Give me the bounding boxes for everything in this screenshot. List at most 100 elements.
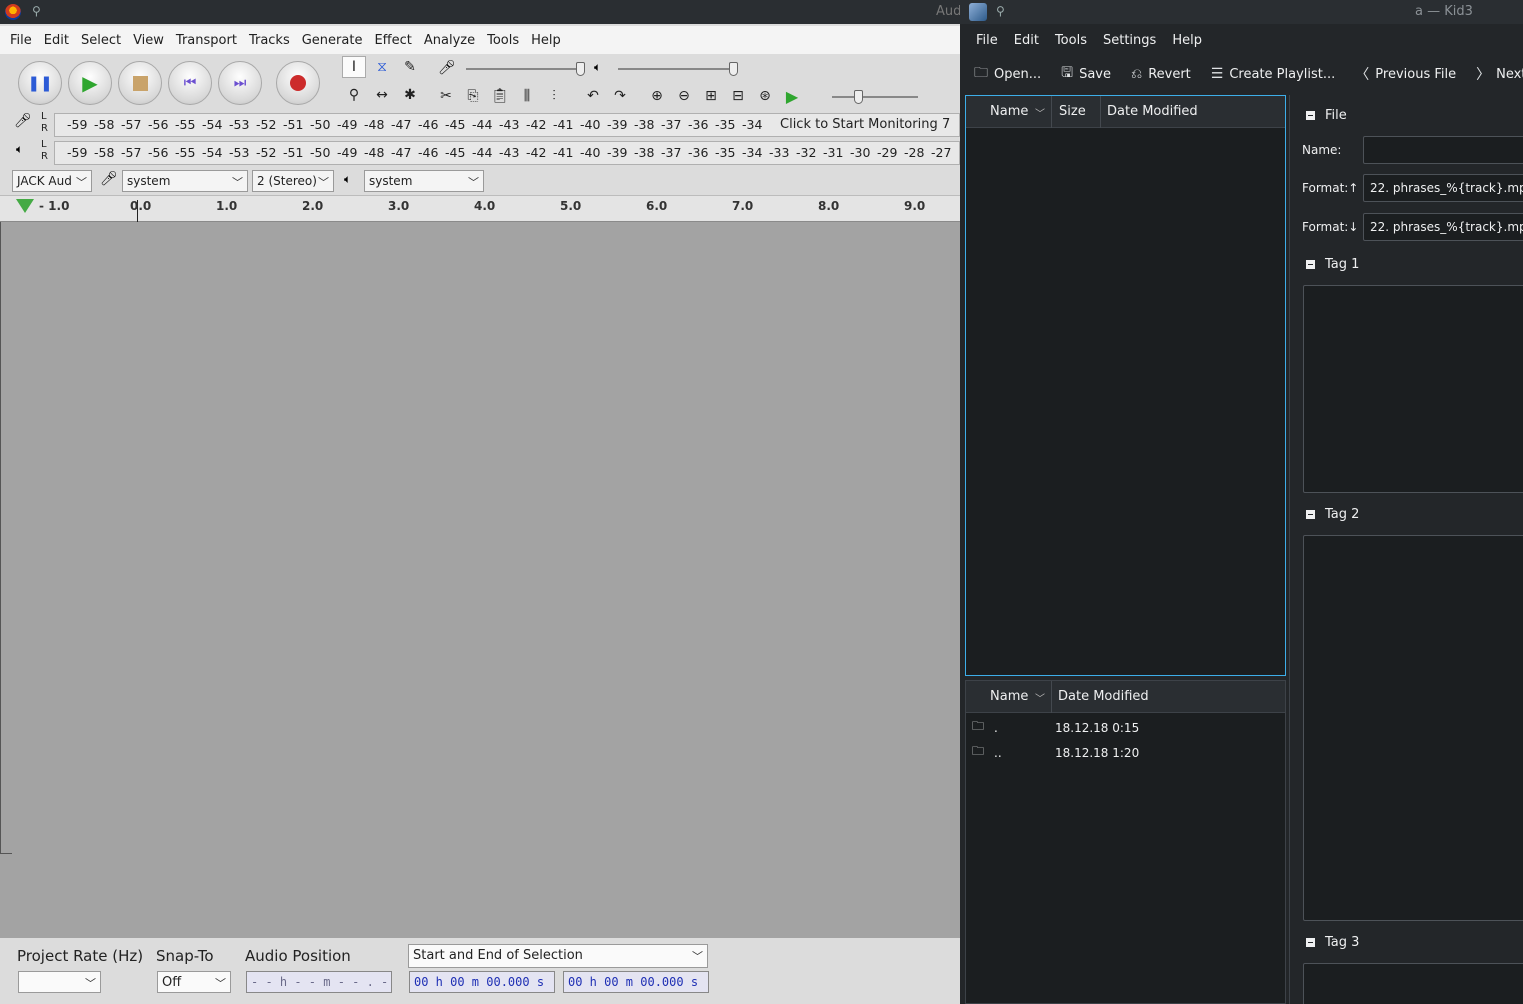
selection-tool-icon[interactable]: I: [342, 56, 366, 78]
track-area[interactable]: [0, 222, 960, 938]
recording-volume-thumb[interactable]: [576, 62, 585, 76]
pause-button[interactable]: ❚❚: [18, 61, 62, 105]
list-item[interactable]: 🗀 .. 18.12.18 1:20: [966, 740, 1285, 765]
menu-select[interactable]: Select: [75, 33, 127, 48]
skip-start-button[interactable]: ⏮: [168, 61, 212, 105]
menu-file[interactable]: File: [4, 33, 38, 48]
column-name[interactable]: Name ﹀: [966, 95, 1052, 128]
pin-icon[interactable]: ⚲: [996, 4, 1005, 18]
file-section-header[interactable]: File: [1306, 108, 1347, 123]
multi-tool-icon[interactable]: ✱: [398, 84, 422, 106]
playback-volume-slider[interactable]: [618, 68, 736, 70]
open-button[interactable]: 🗀 Open...: [974, 62, 1041, 86]
pin-icon[interactable]: ⚲: [32, 4, 41, 18]
recording-volume-slider[interactable]: [466, 68, 584, 70]
file-name-field[interactable]: [1363, 136, 1523, 164]
menu-tools[interactable]: Tools: [481, 33, 525, 48]
project-rate-select[interactable]: ﹀: [18, 971, 101, 993]
menu-edit[interactable]: Edit: [38, 33, 75, 48]
create-playlist-button[interactable]: ☰ Create Playlist...: [1211, 66, 1336, 82]
save-button[interactable]: 🖫 Save: [1061, 62, 1111, 86]
snap-to-select[interactable]: Off ﹀: [157, 971, 231, 993]
undo-icon[interactable]: ↶: [581, 85, 605, 107]
format-to-filename-field[interactable]: 22. phrases_%{track}.mp3: [1363, 213, 1523, 241]
menu-effect[interactable]: Effect: [368, 33, 417, 48]
selection-mode-select[interactable]: Start and End of Selection ﹀: [408, 944, 708, 968]
previous-file-button[interactable]: 〈 Previous File: [1355, 64, 1456, 84]
skip-end-button[interactable]: ⏭: [218, 61, 262, 105]
meter-tick-label: -45: [445, 145, 466, 160]
selection-start-field[interactable]: 00 h 00 m 00.000 s: [409, 971, 555, 993]
play-at-speed-icon[interactable]: ▶: [780, 85, 804, 107]
play-head-triangle-icon[interactable]: [16, 199, 34, 213]
recording-device-select[interactable]: system ﹀: [122, 170, 248, 192]
playback-meter[interactable]: -59 -58 -57 -56 -55 -54 -53 -52 -51 -50 -49 -48 -47-…: [54, 141, 960, 165]
menu-view[interactable]: View: [127, 33, 170, 48]
zoom-toggle-icon[interactable]: ⊛: [753, 85, 777, 107]
timeline-label: - 1.0: [39, 199, 70, 213]
tag3-section-header[interactable]: Tag 3: [1306, 935, 1359, 950]
menu-file[interactable]: File: [968, 33, 1006, 48]
redo-icon[interactable]: ↷: [608, 85, 632, 107]
menu-help[interactable]: Help: [525, 33, 567, 48]
tag3-table[interactable]: [1303, 963, 1523, 1004]
tag-editor-panel: File Name: Format:↑ 22. phrases_%{track}…: [1289, 95, 1523, 1004]
directory-list[interactable]: Name ﹀ Date Modified 🗀 . 18.12.18 0:15 🗀 …: [965, 680, 1286, 1004]
menu-tracks[interactable]: Tracks: [243, 33, 296, 48]
selection-end-field[interactable]: 00 h 00 m 00.000 s: [563, 971, 709, 993]
meter-tick-label: -36: [688, 117, 709, 132]
trim-icon[interactable]: ⫼: [515, 85, 539, 107]
play-speed-thumb[interactable]: [854, 90, 863, 104]
play-button[interactable]: ▶: [68, 61, 112, 105]
fit-selection-icon[interactable]: ⊞: [699, 85, 723, 107]
column-name[interactable]: Name ﹀: [966, 680, 1052, 713]
playback-volume-thumb[interactable]: [729, 62, 738, 76]
zoom-out-icon[interactable]: ⊖: [672, 85, 696, 107]
menu-transport[interactable]: Transport: [170, 33, 243, 48]
cut-icon[interactable]: ✂: [434, 85, 458, 107]
tag2-table[interactable]: [1303, 535, 1523, 921]
tag1-section-header[interactable]: Tag 1: [1306, 257, 1359, 272]
column-size[interactable]: Size: [1052, 95, 1101, 128]
monitoring-hint[interactable]: Click to Start Monitoring: [776, 117, 942, 132]
meter-tick-label: -41: [553, 145, 574, 160]
paste-icon[interactable]: 📋︎: [488, 85, 512, 107]
meter-tick-label: -52: [256, 145, 277, 160]
menu-generate[interactable]: Generate: [296, 33, 369, 48]
menu-settings[interactable]: Settings: [1095, 33, 1164, 48]
zoom-in-icon[interactable]: ⊕: [645, 85, 669, 107]
column-date-modified[interactable]: Date Modified: [1052, 681, 1285, 713]
playback-device-select[interactable]: system ﹀: [364, 170, 484, 192]
playback-meter-speaker-icon[interactable]: 🔈︎: [16, 142, 23, 157]
revert-button[interactable]: ⎌ Revert: [1131, 66, 1191, 82]
silence-icon[interactable]: ⫶: [542, 85, 566, 107]
record-button[interactable]: [276, 61, 320, 105]
column-date-modified[interactable]: Date Modified: [1101, 96, 1285, 128]
chevron-down-icon: ﹀: [1035, 108, 1045, 120]
audio-position-field[interactable]: - - h - - m - - . - - - s: [246, 971, 392, 993]
tag1-table[interactable]: [1303, 285, 1523, 493]
meter-tick-label: -38: [634, 117, 655, 132]
zoom-tool-icon[interactable]: ⚲: [342, 84, 366, 106]
stop-button[interactable]: [118, 61, 162, 105]
meter-tick-label: -49: [337, 145, 358, 160]
envelope-tool-icon[interactable]: ⧖: [370, 56, 394, 78]
audio-host-select[interactable]: JACK Aud ﹀: [12, 170, 92, 192]
menu-tools[interactable]: Tools: [1047, 33, 1095, 48]
play-device-speaker-icon: 🔈︎: [344, 172, 352, 186]
record-meter-mic-icon[interactable]: 🎤︎: [14, 113, 36, 135]
file-list[interactable]: Name ﹀ Size Date Modified: [965, 95, 1286, 676]
menu-edit[interactable]: Edit: [1006, 33, 1047, 48]
menu-analyze[interactable]: Analyze: [418, 33, 481, 48]
draw-tool-icon[interactable]: ✎: [398, 56, 422, 78]
menu-help[interactable]: Help: [1164, 33, 1210, 48]
next-file-button[interactable]: 〉Next F: [1476, 64, 1523, 84]
play-speed-slider[interactable]: [832, 96, 918, 98]
list-item[interactable]: 🗀 . 18.12.18 0:15: [966, 715, 1285, 740]
format-from-filename-field[interactable]: 22. phrases_%{track}.mp3: [1363, 174, 1523, 202]
tag2-section-header[interactable]: Tag 2: [1306, 507, 1359, 522]
fit-project-icon[interactable]: ⊟: [726, 85, 750, 107]
recording-channels-select[interactable]: 2 (Stereo) ﹀: [252, 170, 334, 192]
timeshift-tool-icon[interactable]: ↔: [370, 84, 394, 106]
copy-icon[interactable]: ⎘: [461, 85, 485, 107]
